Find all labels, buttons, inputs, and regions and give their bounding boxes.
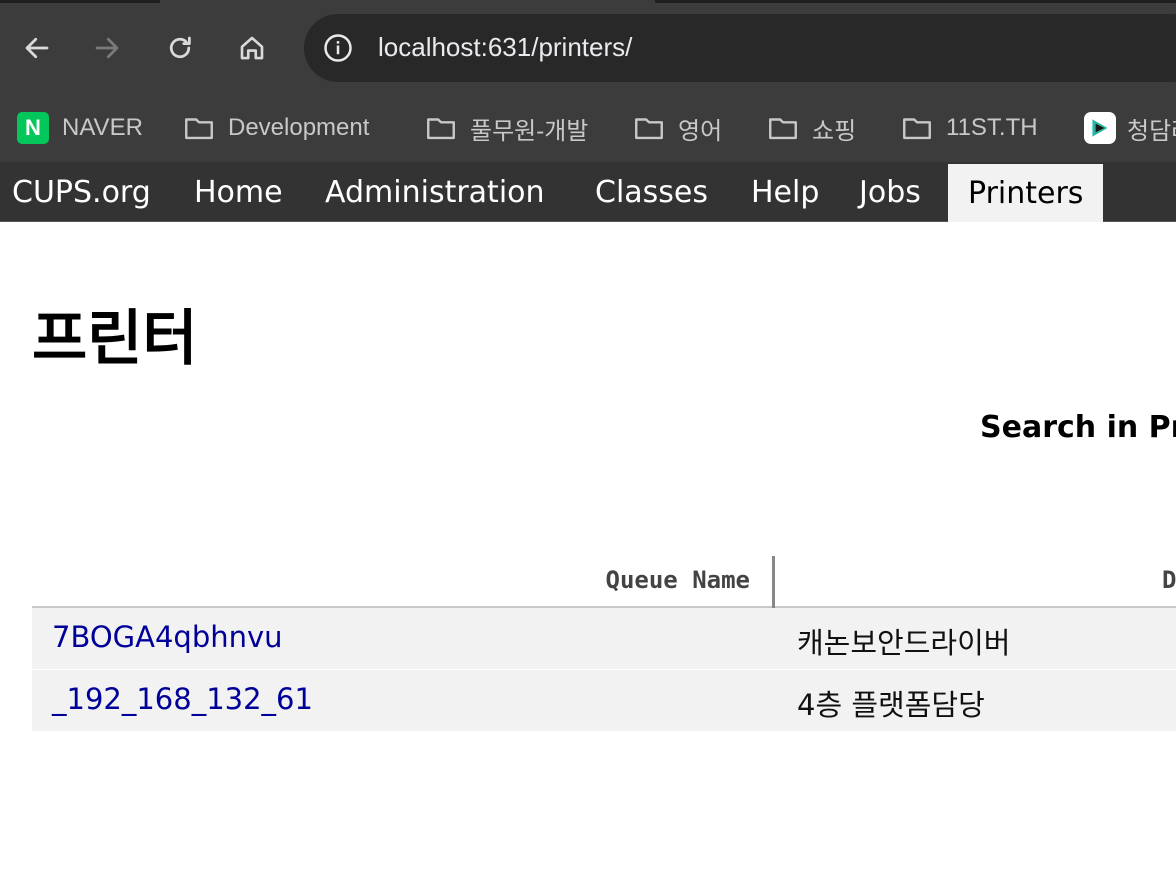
bookmarks-bar: N NAVER Development 풀무원-개발 영어 쇼핑 11ST.TH… xyxy=(0,96,1176,162)
printer-link[interactable]: _192_168_132_61 xyxy=(52,682,313,716)
folder-icon xyxy=(427,118,455,140)
bookmark-folder-shopping[interactable]: 쇼핑 xyxy=(766,106,856,150)
bookmark-naver[interactable]: N NAVER xyxy=(16,106,143,150)
bookmark-folder-11st[interactable]: 11ST.TH xyxy=(900,106,1038,150)
printer-link[interactable]: 7BOGA4qbhnvu xyxy=(52,620,283,654)
folder-icon xyxy=(769,118,797,140)
bookmark-label: Development xyxy=(228,114,370,141)
tab-strip-edge xyxy=(655,0,1176,3)
nav-home[interactable]: Home xyxy=(182,162,295,222)
header-description[interactable]: D xyxy=(1162,566,1176,594)
printer-description: 4층 플랫폼담당 xyxy=(797,688,985,722)
reload-button[interactable] xyxy=(156,24,204,72)
bookmark-folder-development[interactable]: Development xyxy=(182,106,369,150)
nav-printers[interactable]: Printers xyxy=(948,164,1104,222)
back-button[interactable] xyxy=(13,24,61,72)
site-info-button[interactable] xyxy=(320,30,356,66)
bookmark-folder-pulmuone-dev[interactable]: 풀무원-개발 xyxy=(424,106,588,150)
nav-classes[interactable]: Classes xyxy=(583,162,720,222)
page-title: 프린터 xyxy=(32,304,198,374)
bookmark-label: 11ST.TH xyxy=(946,114,1038,141)
naver-logo-icon: N xyxy=(17,112,49,144)
address-bar[interactable]: localhost:631/printers/ xyxy=(304,14,1176,82)
folder-icon xyxy=(185,118,213,140)
nav-administration[interactable]: Administration xyxy=(313,162,557,222)
search-label: Search in Pr xyxy=(980,410,1176,445)
folder-icon xyxy=(903,118,931,140)
nav-cups-org[interactable]: CUPS.org xyxy=(0,162,163,222)
bookmark-label: 쇼핑 xyxy=(812,117,857,145)
reload-icon xyxy=(169,36,191,59)
bookmark-label: NAVER xyxy=(62,114,143,141)
url-text[interactable]: localhost:631/printers/ xyxy=(378,32,632,63)
home-button[interactable] xyxy=(228,24,276,72)
back-arrow-icon xyxy=(25,37,49,59)
forward-button[interactable] xyxy=(83,24,131,72)
printers-table: Queue Name D 7BOGA4qbhnvu 캐논보안드라이버 _192_… xyxy=(32,556,1176,732)
app-logo-icon xyxy=(1084,112,1116,144)
nav-help[interactable]: Help xyxy=(739,162,831,222)
header-queue-name[interactable]: Queue Name xyxy=(32,556,775,608)
printer-description: 캐논보안드라이버 xyxy=(797,626,1011,660)
forward-arrow-icon xyxy=(95,37,119,59)
cups-nav-bar: CUPS.org Home Administration Classes Hel… xyxy=(0,162,1176,222)
home-icon xyxy=(240,36,264,60)
bookmark-label: 청담러 xyxy=(1127,117,1176,145)
bookmark-label: 풀무원-개발 xyxy=(470,117,589,145)
table-header: Queue Name D xyxy=(32,556,1176,608)
folder-icon xyxy=(635,118,663,140)
bookmark-folder-english[interactable]: 영어 xyxy=(632,106,722,150)
table-row: 7BOGA4qbhnvu 캐논보안드라이버 xyxy=(32,608,1176,670)
browser-toolbar: localhost:631/printers/ xyxy=(0,0,1176,96)
info-icon xyxy=(324,34,352,62)
table-row: _192_168_132_61 4층 플랫폼담당 xyxy=(32,670,1176,732)
nav-jobs[interactable]: Jobs xyxy=(847,162,933,222)
bookmark-label: 영어 xyxy=(678,117,723,145)
tab-strip-edge xyxy=(0,0,160,3)
bookmark-app[interactable]: 청담러 xyxy=(1083,106,1176,150)
